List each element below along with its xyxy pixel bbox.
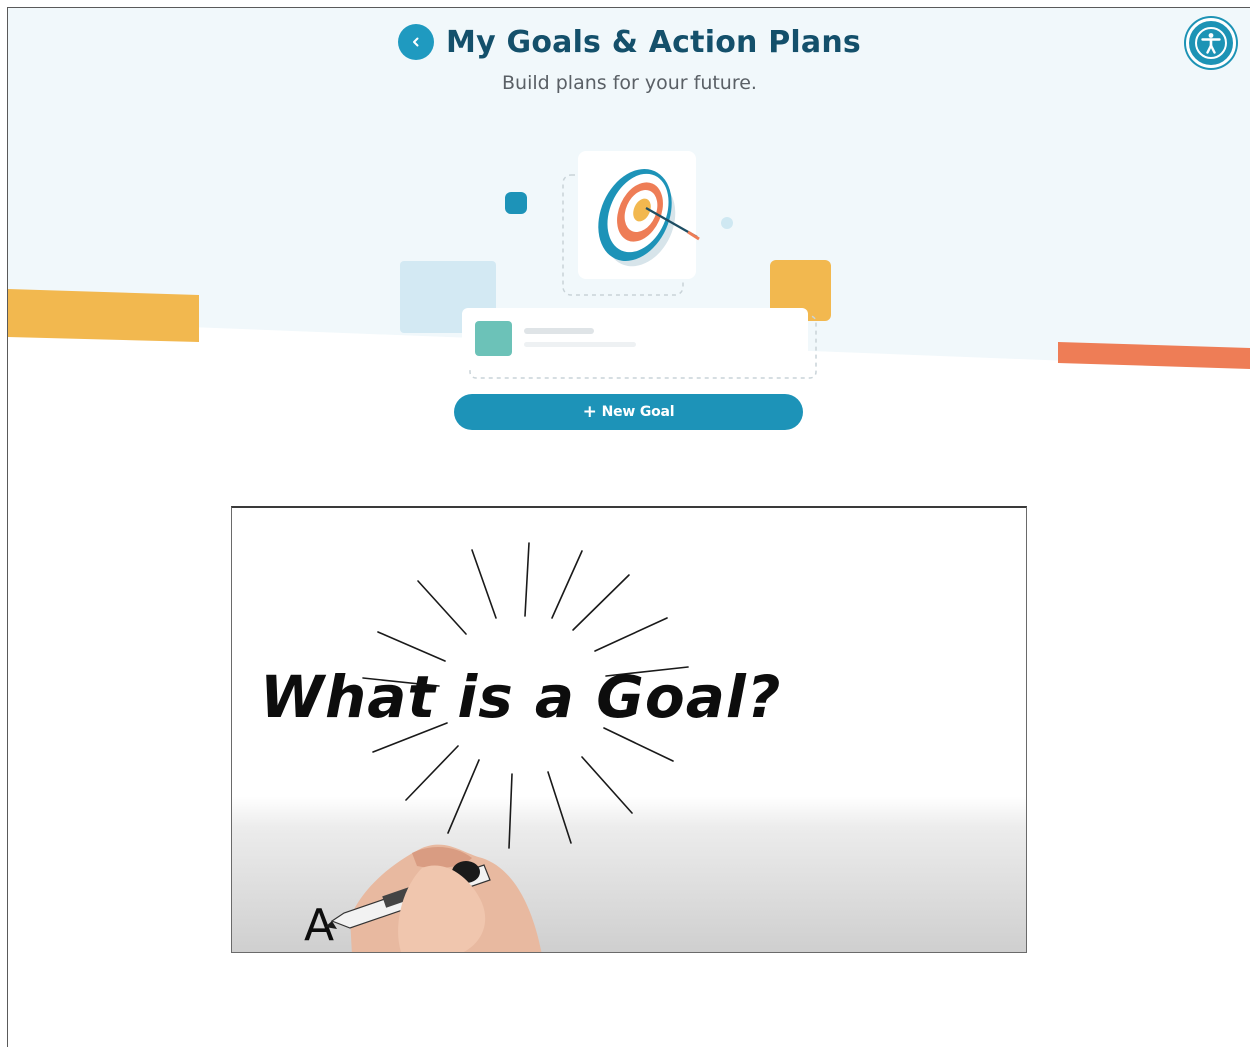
goals-illustration <box>400 151 831 379</box>
chevron-left-icon <box>413 37 419 47</box>
new-goal-button[interactable]: + New Goal <box>454 394 803 430</box>
new-goal-label: New Goal <box>601 404 675 420</box>
teal-square <box>475 321 512 356</box>
goal-video[interactable]: What is a Goal? A <box>231 506 1027 953</box>
hand-with-marker <box>325 844 542 952</box>
yellow-stripe <box>8 289 199 342</box>
title-row: My Goals & Action Plans <box>398 24 861 60</box>
plus-icon: + <box>582 401 597 422</box>
goal-card-placeholder <box>462 308 808 368</box>
light-dot <box>721 217 733 229</box>
back-button[interactable] <box>398 24 435 60</box>
accessibility-button[interactable] <box>1186 18 1236 68</box>
page-header: My Goals & Action Plans Build plans for … <box>8 24 1250 94</box>
page-subtitle: Build plans for your future. <box>502 72 757 94</box>
page: My Goals & Action Plans Build plans for … <box>7 7 1250 1047</box>
teal-dot <box>505 192 527 214</box>
page-title: My Goals & Action Plans <box>446 24 861 60</box>
accessibility-person-icon <box>1195 27 1227 59</box>
